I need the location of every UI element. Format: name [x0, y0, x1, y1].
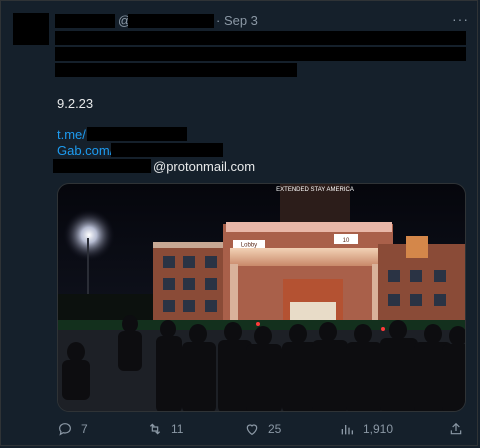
- hotel-sign: EXTENDED STAY AMERICA: [276, 187, 354, 193]
- action-bar: 7 11 25 1,910: [1, 421, 480, 441]
- retweet-button[interactable]: 11: [147, 421, 183, 437]
- tweet-photo[interactable]: EXTENDED STAY AMERICA Lobby 10: [57, 183, 466, 412]
- share-icon: [450, 422, 462, 435]
- retweet-count: 11: [171, 422, 184, 436]
- views-button[interactable]: 1,910: [339, 421, 393, 437]
- handle-redacted[interactable]: [128, 14, 214, 28]
- lobby-sign: Lobby: [241, 243, 257, 249]
- tweet-card[interactable]: @ · Sep 3 ··· 9.2.23 t.me/ Gab.com/ @pro…: [0, 0, 478, 446]
- email-suffix: @protonmail.com: [153, 159, 256, 174]
- views-count: 1,910: [363, 422, 394, 436]
- reply-icon: [59, 423, 71, 436]
- display-name-redacted[interactable]: [55, 14, 115, 28]
- heart-icon: [246, 424, 258, 436]
- text-redacted-line: [55, 47, 466, 61]
- reply-count: 7: [81, 422, 88, 436]
- email-redacted: [53, 159, 151, 173]
- text-redacted-line: [55, 31, 466, 45]
- share-button[interactable]: [448, 421, 464, 437]
- photo-hotel-night: EXTENDED STAY AMERICA Lobby 10: [58, 184, 465, 411]
- telegram-link[interactable]: t.me/: [57, 127, 86, 142]
- views-icon: [341, 425, 353, 435]
- like-button[interactable]: 25: [244, 421, 281, 437]
- tweet-date-line: 9.2.23: [57, 96, 94, 111]
- retweet-icon: [149, 423, 161, 435]
- link-redacted: [111, 143, 223, 157]
- like-count: 25: [268, 422, 282, 436]
- link-redacted: [87, 127, 187, 141]
- reply-button[interactable]: 7: [57, 421, 88, 437]
- tweet-date[interactable]: · Sep 3: [216, 13, 258, 28]
- avatar[interactable]: [13, 13, 49, 45]
- number-sign: 10: [343, 238, 350, 244]
- gab-link[interactable]: Gab.com/: [57, 143, 113, 158]
- text-redacted-line: [55, 63, 297, 77]
- more-options-icon[interactable]: ···: [452, 11, 469, 27]
